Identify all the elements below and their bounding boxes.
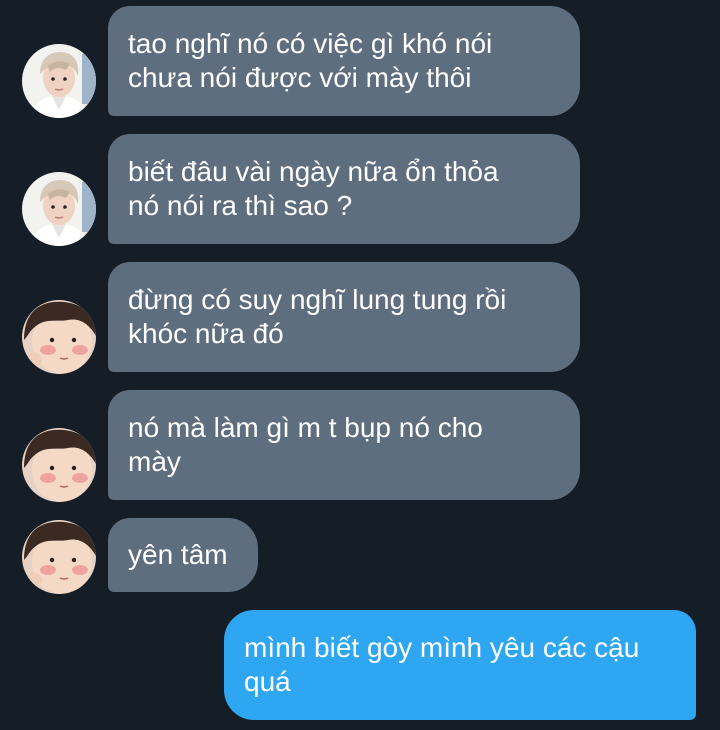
message-text-line: tao nghĩ nó có việc gì khó nói: [128, 28, 493, 59]
message-bubble[interactable]: đừng có suy nghĩ lung tung rồi khóc nữa …: [108, 262, 580, 372]
message-text-line: yên tâm: [128, 539, 228, 570]
message-text-line: khóc nữa đó: [128, 318, 284, 349]
friend-1-avatar[interactable]: [22, 44, 96, 118]
message-bubble[interactable]: biết đâu vài ngày nữa ổn thỏa nó nói ra …: [108, 134, 580, 244]
message-text-line: nó nói ra thì sao ?: [128, 190, 353, 221]
message-text-line: đừng có suy nghĩ lung tung rồi: [128, 284, 507, 315]
friend-2-avatar-icon: [22, 428, 96, 502]
message-text-line: mình biết gòy mình yêu các cậu: [244, 632, 640, 663]
message-text-line: chưa nói được với mày thôi: [128, 62, 472, 93]
message-text-line: nó mà làm gì m t bụp nó cho: [128, 412, 483, 443]
friend-1-avatar[interactable]: [22, 172, 96, 246]
message-text-line: biết đâu vài ngày nữa ổn thỏa: [128, 156, 499, 187]
message-text-line: quá: [244, 666, 291, 697]
message-bubble[interactable]: tao nghĩ nó có việc gì khó nói chưa nói …: [108, 6, 580, 116]
message-bubble[interactable]: yên tâm: [108, 518, 258, 592]
outgoing-message-bubble[interactable]: mình biết gòy mình yêu các cậu quá: [224, 610, 696, 720]
message-bubble[interactable]: nó mà làm gì m t bụp nó cho mày: [108, 390, 580, 500]
friend-2-avatar[interactable]: [22, 300, 96, 374]
friend-2-avatar[interactable]: [22, 520, 96, 594]
friend-1-avatar-icon: [22, 172, 96, 246]
friend-2-avatar-icon: [22, 520, 96, 594]
friend-2-avatar[interactable]: [22, 428, 96, 502]
friend-1-avatar-icon: [22, 44, 96, 118]
friend-2-avatar-icon: [22, 300, 96, 374]
message-text-line: mày: [128, 446, 181, 477]
